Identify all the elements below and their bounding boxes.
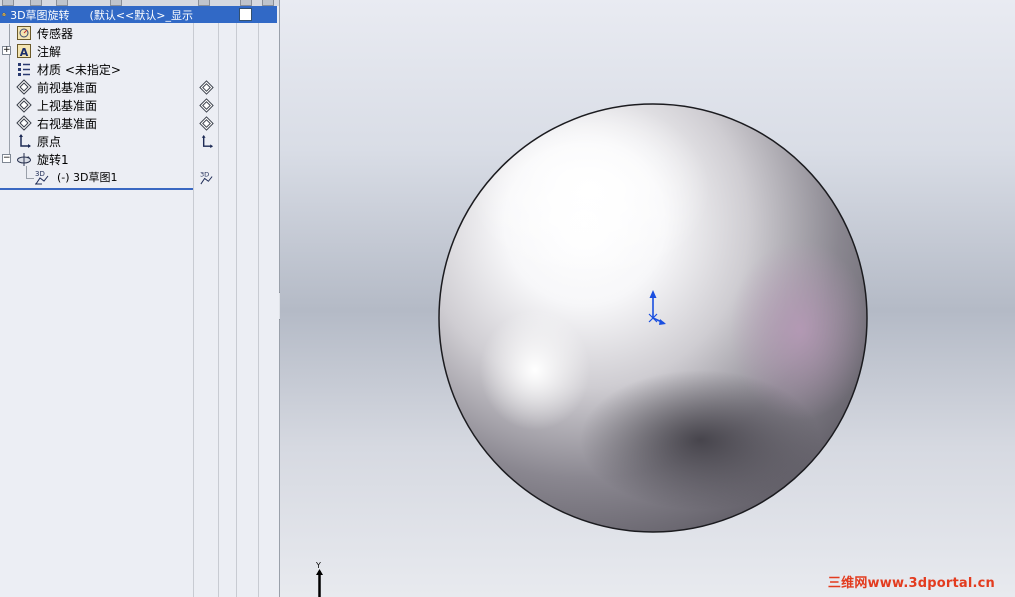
- tree-item-annotations[interactable]: + A 注解: [0, 42, 193, 60]
- tree-item-label: 原点: [37, 134, 62, 149]
- site-watermark: 三维网www.3dportal.cn: [827, 576, 995, 591]
- material-icon: [18, 63, 30, 76]
- tree-item-label: 注解: [37, 44, 62, 59]
- sphere-model[interactable]: [280, 0, 1015, 597]
- plane-icon: [16, 115, 32, 131]
- tree-item-label: 材质 <未指定>: [37, 62, 121, 77]
- tree-item-top-plane[interactable]: 上视基准面: [0, 96, 193, 114]
- origin-status-icon: [201, 134, 214, 149]
- feature-manager-tree: 3D草图旋转 (默认<<默认>_显示 传感器 + A 注解 材质 <未指定> 前…: [0, 0, 280, 597]
- svg-text:3D: 3D: [200, 171, 209, 179]
- tree-root-part[interactable]: 3D草图旋转 (默认<<默认>_显示: [0, 6, 193, 23]
- plane-status-icon: [199, 116, 214, 131]
- column-divider: [236, 23, 237, 597]
- column-divider: [193, 23, 194, 597]
- tree-item-label: 上视基准面: [37, 98, 98, 113]
- tree-item-material[interactable]: 材质 <未指定>: [0, 60, 193, 78]
- part-name: 3D草图旋转: [10, 8, 70, 22]
- tree-item-label: 传感器: [37, 26, 74, 41]
- reference-triad-icon: Y: [315, 561, 323, 597]
- tree-item-front-plane[interactable]: 前视基准面: [0, 78, 193, 96]
- column-divider: [258, 23, 259, 597]
- graphics-viewport[interactable]: Y 三维网www.3dportal.cn: [280, 0, 1015, 597]
- collapse-toggle[interactable]: −: [2, 154, 11, 163]
- sensor-icon: [17, 26, 31, 40]
- plane-icon: [16, 97, 32, 113]
- svg-text:3D: 3D: [35, 170, 45, 178]
- tree-item-origin[interactable]: 原点: [0, 132, 193, 150]
- origin-icon: [19, 134, 31, 148]
- display-state-box[interactable]: [239, 8, 252, 21]
- tree-item-sensors[interactable]: 传感器: [0, 24, 193, 42]
- plane-icon: [16, 79, 32, 95]
- plane-status-icon: [199, 80, 214, 95]
- tree-item-3d-sketch1[interactable]: 3D (-) 3D草图1: [0, 168, 193, 186]
- column-divider: [218, 23, 219, 597]
- tree-item-label: 右视基准面: [37, 116, 98, 131]
- expand-toggle[interactable]: +: [2, 46, 11, 55]
- tree-item-revolve1[interactable]: − 旋转1: [0, 150, 193, 168]
- revolve-icon: [17, 153, 31, 166]
- annotation-icon: A: [17, 44, 31, 59]
- status-column-header: [193, 6, 277, 23]
- tree-item-label: 前视基准面: [37, 80, 98, 95]
- tree-item-right-plane[interactable]: 右视基准面: [0, 114, 193, 132]
- sketch3d-status-icon: 3D: [200, 171, 213, 185]
- tree-item-label: (-) 3D草图1: [57, 171, 118, 184]
- sketch3d-icon: 3D: [35, 170, 49, 185]
- rollback-bar[interactable]: [0, 188, 193, 190]
- svg-text:A: A: [20, 46, 29, 59]
- axis-label-y: Y: [315, 561, 321, 570]
- tree-item-label: 旋转1: [37, 152, 69, 167]
- part-icon: [2, 12, 6, 17]
- config-name: (默认<<默认>_显示: [89, 8, 193, 22]
- plane-status-icon: [199, 98, 214, 113]
